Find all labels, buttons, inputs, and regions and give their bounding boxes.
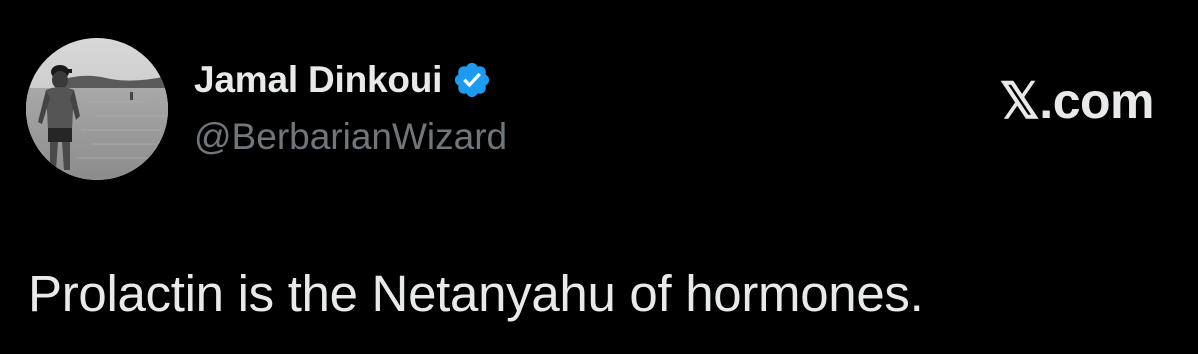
- author-name-row: Jamal Dinkoui: [194, 58, 492, 102]
- tweet-text: Prolactin is the Netanyahu of hormones.: [28, 265, 924, 322]
- tweet-card: Jamal Dinkoui @BerbarianWizard 𝕏.com Pro…: [0, 0, 1198, 354]
- verified-badge-icon: [452, 60, 492, 100]
- author-handle[interactable]: @BerbarianWizard: [194, 116, 507, 158]
- avatar[interactable]: [26, 38, 168, 180]
- author-display-name[interactable]: Jamal Dinkoui: [194, 59, 442, 101]
- x-brand-label: 𝕏.com: [999, 73, 1155, 129]
